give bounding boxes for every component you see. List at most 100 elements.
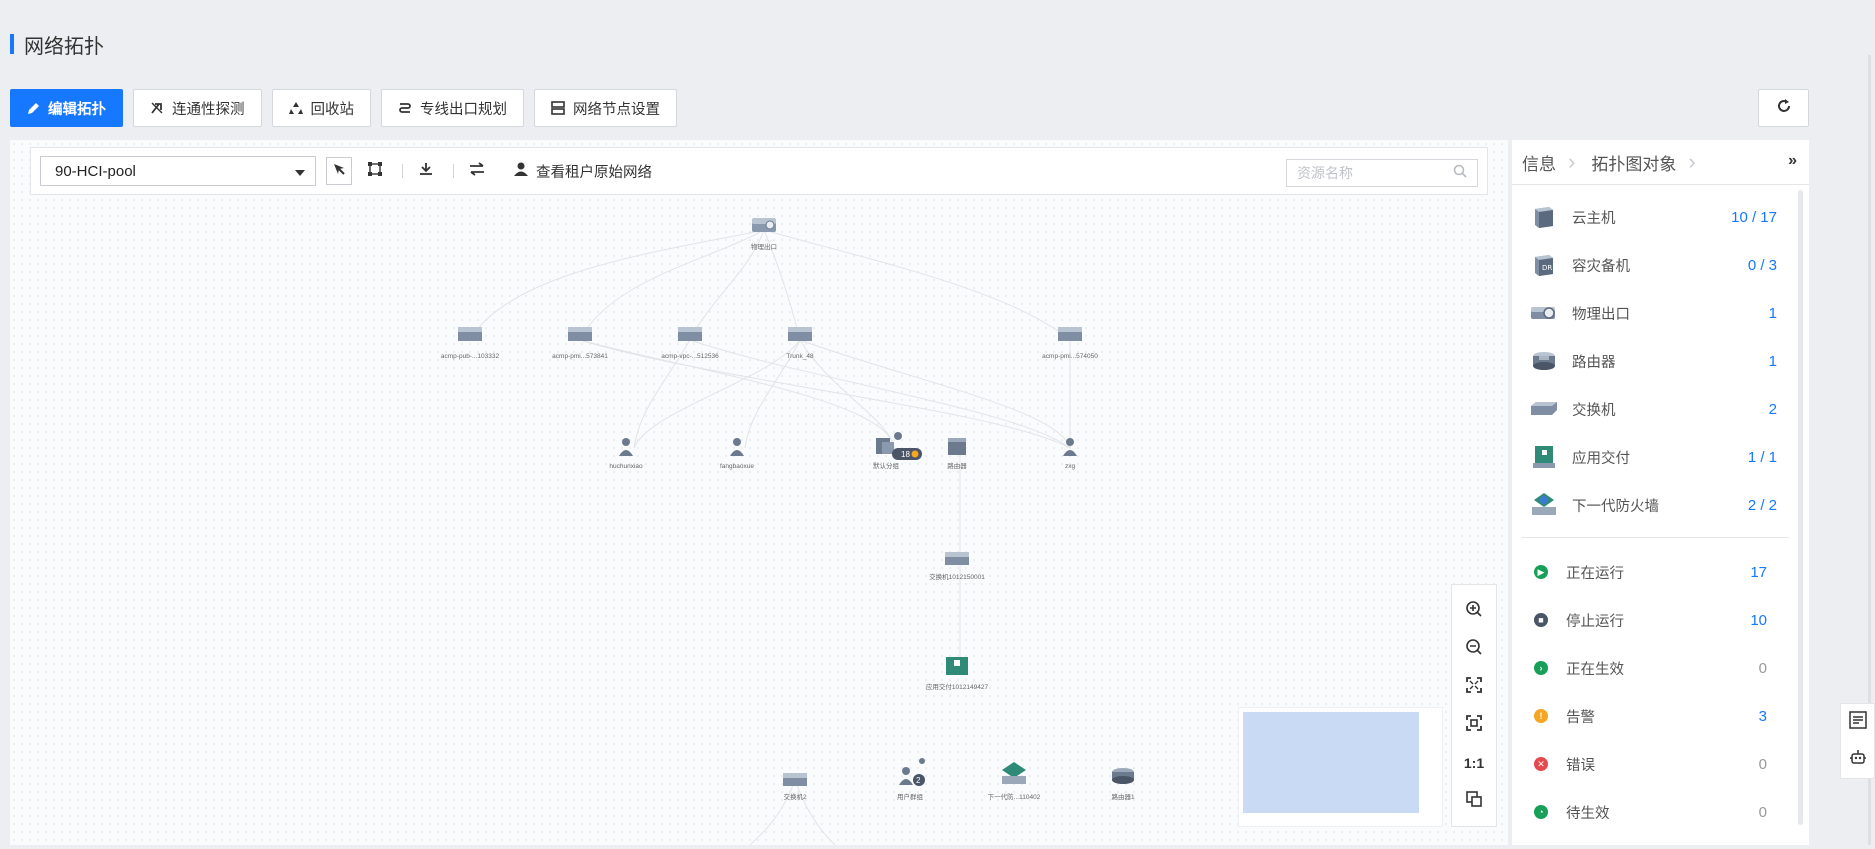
recycle-bin-button[interactable]: 回收站 bbox=[271, 89, 371, 127]
object-row-switch[interactable]: 交换机 2 bbox=[1528, 385, 1789, 433]
node-label-r4: Trunk_48 bbox=[786, 353, 814, 360]
object-label: 容灾备机 bbox=[1572, 258, 1630, 275]
minimap-viewport[interactable] bbox=[1243, 712, 1419, 813]
firewall-node[interactable]: 下一代防...110402 bbox=[988, 762, 1041, 801]
router-node-1[interactable]: acmp-pub-...103332 bbox=[441, 327, 500, 360]
tab-separator-icon: › bbox=[1688, 149, 1696, 174]
actual-size-button[interactable]: 1:1 bbox=[1459, 748, 1489, 778]
zoom-out-button[interactable] bbox=[1459, 633, 1489, 663]
select-tool-button[interactable] bbox=[326, 157, 352, 185]
page-title: 网络拓扑 bbox=[24, 35, 104, 58]
router-node-center[interactable]: 路由器 bbox=[947, 438, 967, 470]
vm-group-badge: 18 bbox=[901, 450, 910, 459]
side-panel-tabs: 信息 › 拓扑图对象 › » bbox=[1512, 140, 1809, 185]
status-label: 错误 bbox=[1566, 757, 1595, 774]
title-accent bbox=[10, 34, 14, 54]
side-panel-scrollbar[interactable] bbox=[1798, 190, 1803, 825]
server-icon bbox=[551, 101, 565, 115]
refresh-button[interactable] bbox=[1758, 89, 1809, 127]
connectivity-probe-button[interactable]: 连通性探测 bbox=[133, 89, 262, 127]
object-row-router[interactable]: 路由器 1 bbox=[1528, 337, 1789, 385]
user-group-node[interactable]: 2 用户群组 bbox=[897, 758, 925, 801]
switch-node[interactable]: 交换机1012150001 bbox=[929, 552, 985, 581]
object-label: 路由器 bbox=[1572, 354, 1616, 371]
status-row-error[interactable]: ✕ 错误 0 bbox=[1528, 740, 1789, 788]
floating-tools bbox=[1840, 703, 1875, 779]
node-label-sw: 交换机1012150001 bbox=[929, 572, 985, 581]
frame-select-button[interactable] bbox=[362, 157, 388, 185]
node-label-u2: fangbaoxue bbox=[720, 463, 754, 470]
minimap-icon bbox=[1466, 791, 1482, 810]
list-icon[interactable] bbox=[1848, 711, 1867, 734]
router-icon bbox=[1528, 346, 1560, 376]
swap-button[interactable] bbox=[464, 157, 490, 185]
center-view-button[interactable] bbox=[1459, 710, 1489, 740]
object-label: 应用交付 bbox=[1572, 450, 1630, 467]
router-node-bottom[interactable]: 路由器1 bbox=[1111, 768, 1135, 801]
edit-topology-button[interactable]: 编辑拓扑 bbox=[10, 89, 123, 127]
network-node-settings-label: 网络节点设置 bbox=[573, 101, 660, 118]
zoom-in-icon bbox=[1465, 600, 1483, 621]
user-node-1[interactable]: huchunxiao bbox=[609, 438, 643, 470]
search-icon[interactable] bbox=[1453, 164, 1467, 183]
router-node-2[interactable]: acmp-pmi...573841 bbox=[552, 327, 608, 360]
object-list: 云主机 10 / 17 DR 容灾备机 0 / 3 物理出口 1 路由器 1 交… bbox=[1512, 185, 1809, 529]
status-count: 0 bbox=[1758, 659, 1767, 677]
object-row-firewall[interactable]: 下一代防火墙 2 / 2 bbox=[1528, 481, 1789, 529]
cursor-icon bbox=[332, 162, 346, 181]
status-row-pending[interactable]: ◔ 待生效 0 bbox=[1528, 788, 1789, 836]
download-icon bbox=[419, 162, 433, 181]
dedicated-line-button[interactable]: 专线出口规划 bbox=[381, 89, 524, 127]
status-row-running[interactable]: ▶ 正在运行 17 bbox=[1528, 548, 1789, 596]
status-row-stopped[interactable]: ■ 停止运行 10 bbox=[1528, 596, 1789, 644]
status-row-applying[interactable]: › 正在生效 0 bbox=[1528, 644, 1789, 692]
status-count: 10 bbox=[1750, 611, 1767, 629]
switch-node-2[interactable]: 交换机2 bbox=[783, 773, 807, 801]
tab-separator-icon: › bbox=[1568, 149, 1576, 174]
object-count: 2 / 2 bbox=[1747, 496, 1777, 514]
status-count: 3 bbox=[1758, 707, 1767, 725]
resource-pool-select[interactable]: 90-HCI-pool bbox=[40, 156, 316, 186]
minimap[interactable] bbox=[1238, 707, 1443, 827]
network-node-settings-button[interactable]: 网络节点设置 bbox=[534, 89, 677, 127]
topology-canvas[interactable]: 物理出口 acmp-pub-...103332 acmp-pmi...57384… bbox=[10, 140, 1508, 845]
object-row-vm[interactable]: 云主机 10 / 17 bbox=[1528, 193, 1789, 241]
node-label-r1: acmp-pub-...103332 bbox=[441, 353, 500, 360]
router-node-3[interactable]: acmp-vpc-...512536 bbox=[661, 327, 719, 360]
resource-search-input[interactable] bbox=[1297, 165, 1437, 181]
status-label: 正在生效 bbox=[1566, 661, 1624, 678]
minimap-toggle-button[interactable] bbox=[1459, 786, 1489, 816]
object-row-app-delivery[interactable]: 应用交付 1 / 1 bbox=[1528, 433, 1789, 481]
object-row-physical-exit[interactable]: 物理出口 1 bbox=[1528, 289, 1789, 337]
status-count: 17 bbox=[1750, 563, 1767, 581]
app-delivery-node[interactable]: 应用交付1012149427 bbox=[926, 657, 989, 691]
tab-info[interactable]: 信息 bbox=[1512, 150, 1566, 175]
object-row-dr-vm[interactable]: DR 容灾备机 0 / 3 bbox=[1528, 241, 1789, 289]
toolbar-divider bbox=[402, 164, 403, 178]
expand-icon bbox=[1466, 676, 1482, 696]
object-count: 10 / 17 bbox=[1731, 208, 1777, 226]
user-node-2[interactable]: fangbaoxue bbox=[720, 438, 754, 470]
canvas-toolbar: 90-HCI-pool 查看租户原始网络 资源名称 bbox=[30, 147, 1488, 195]
view-tenant-network-button[interactable]: 查看租户原始网络 bbox=[514, 161, 652, 182]
object-count: 1 bbox=[1768, 304, 1777, 322]
topology-links bbox=[469, 229, 1071, 845]
status-row-alarm[interactable]: ! 告警 3 bbox=[1528, 692, 1789, 740]
user-icon bbox=[514, 162, 528, 180]
tab-topology-objects[interactable]: 拓扑图对象 bbox=[1581, 150, 1686, 175]
fit-view-button[interactable] bbox=[1459, 671, 1489, 701]
node-label-b1: 交换机2 bbox=[783, 792, 807, 801]
node-label-c2: 路由器 bbox=[947, 461, 967, 470]
node-label-c1: 默认分组 bbox=[873, 461, 900, 470]
node-label-r3: acmp-vpc-...512536 bbox=[661, 353, 719, 360]
download-button[interactable] bbox=[413, 157, 439, 185]
status-label: 待生效 bbox=[1566, 805, 1610, 822]
robot-icon[interactable] bbox=[1849, 748, 1867, 771]
edit-topology-label: 编辑拓扑 bbox=[48, 101, 106, 118]
collapse-panel-button[interactable]: » bbox=[1788, 152, 1797, 170]
error-icon: ✕ bbox=[1534, 757, 1548, 771]
vm-group-node[interactable]: 18 默认分组 bbox=[873, 432, 922, 470]
zoom-in-button[interactable] bbox=[1459, 595, 1489, 625]
swap-icon bbox=[469, 161, 485, 181]
user-node-3[interactable]: zxg bbox=[1063, 438, 1077, 470]
